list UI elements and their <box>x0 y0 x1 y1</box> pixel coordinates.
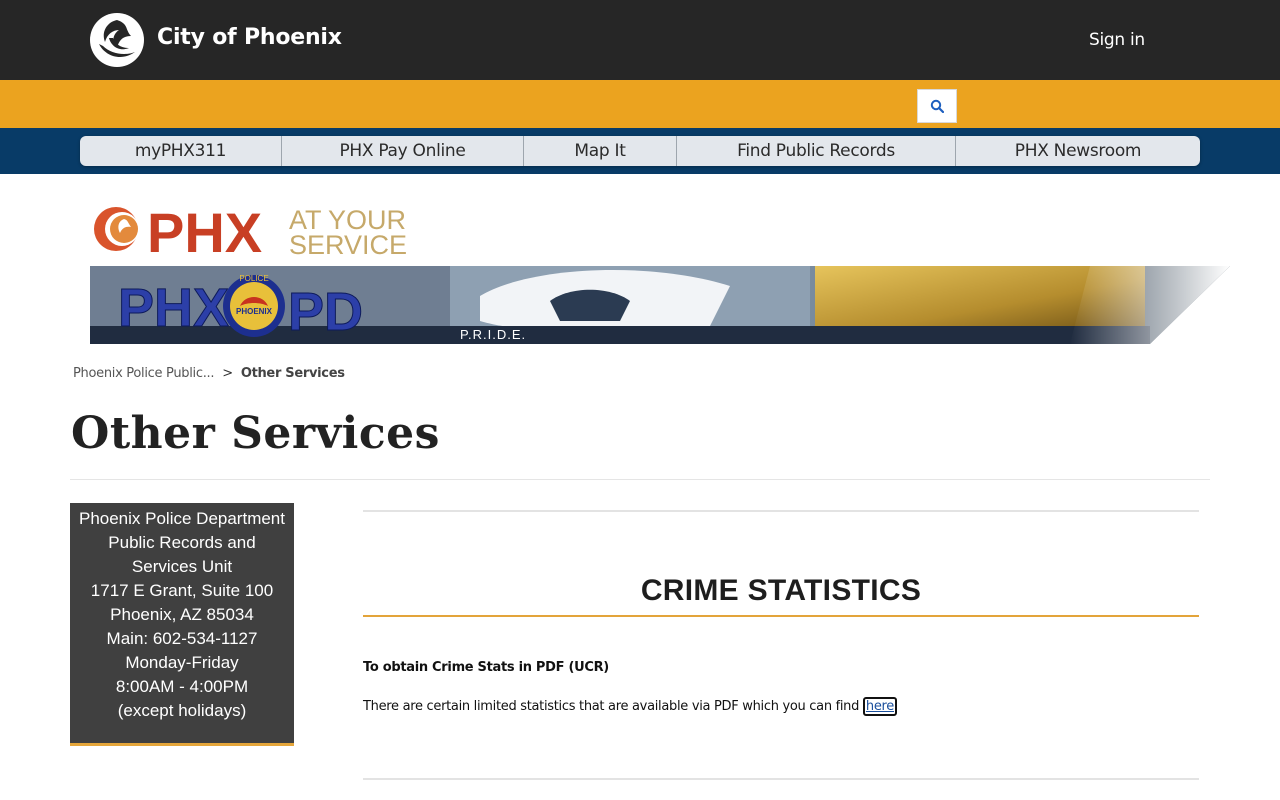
info-line: 8:00AM - 4:00PM <box>115 677 249 696</box>
crime-stats-subheading: To obtain Crime Stats in PDF (UCR) <box>363 660 609 675</box>
info-line: Phoenix Police Department <box>78 509 285 528</box>
nav-item-find-public-records[interactable]: Find Public Records <box>677 136 956 166</box>
nav-item-phx-pay-online[interactable]: PHX Pay Online <box>282 136 524 166</box>
crime-statistics-heading: CRIME STATISTICS <box>640 574 922 607</box>
pride-text: P.R.I.D.E. <box>460 327 526 342</box>
main-nav: myPHX311 PHX Pay Online Map It Find Publ… <box>80 136 1200 166</box>
logo-line2: SERVICE <box>289 230 407 260</box>
info-line: (except holidays) <box>117 701 247 720</box>
phoenix-bird-logo-icon[interactable] <box>89 12 145 68</box>
nav-item-myphx311[interactable]: myPHX311 <box>80 136 282 166</box>
breadcrumb-parent-link[interactable]: Phoenix Police Public... <box>73 366 215 381</box>
info-line: Phoenix, AZ 85034 <box>110 605 254 624</box>
breadcrumb-current: Other Services <box>240 366 345 381</box>
crime-stats-body: There are certain limited statistics tha… <box>363 697 898 716</box>
nav-item-map-it[interactable]: Map It <box>524 136 677 166</box>
site-title[interactable]: City of Phoenix <box>157 25 342 50</box>
nav-item-phx-newsroom[interactable]: PHX Newsroom <box>956 136 1200 166</box>
phx-at-your-service-logo: PHX AT YOUR SERVICE <box>94 201 407 260</box>
phx-pd-pride-banner: PHX POLICE PHOENIX PD P.R.I.D.E. <box>90 266 1230 344</box>
content-bottom-divider <box>363 778 1199 780</box>
info-line: Public Records and <box>108 533 256 552</box>
content-top-divider <box>363 510 1199 512</box>
search-button[interactable] <box>917 89 957 123</box>
pd-banner-right-text: PD <box>288 282 363 342</box>
search-icon <box>930 99 944 113</box>
pd-banner-left-text: PHX <box>118 278 229 338</box>
breadcrumb-separator: > <box>222 366 233 381</box>
title-divider <box>70 479 1210 480</box>
body-text: There are certain limited statistics tha… <box>363 699 863 714</box>
contact-info-box: Phoenix Police Department Public Records… <box>70 503 294 746</box>
badge-text: PHOENIX <box>236 307 273 316</box>
badge-top-text: POLICE <box>239 274 268 283</box>
page-title: Other Services <box>71 408 440 459</box>
heading-underline <box>363 615 1199 617</box>
sign-in-link[interactable]: Sign in <box>1089 30 1145 50</box>
info-line: Services Unit <box>131 557 233 576</box>
here-link[interactable]: here <box>862 697 898 716</box>
phx-logo-text: PHX <box>147 201 262 260</box>
info-line: Main: 602-534-1127 <box>106 629 258 648</box>
info-line: Monday-Friday <box>125 653 239 672</box>
info-line: 1717 E Grant, Suite 100 <box>90 581 274 600</box>
breadcrumb: Phoenix Police Public... > Other Services <box>73 366 345 381</box>
search-bar-strip <box>0 80 1280 128</box>
